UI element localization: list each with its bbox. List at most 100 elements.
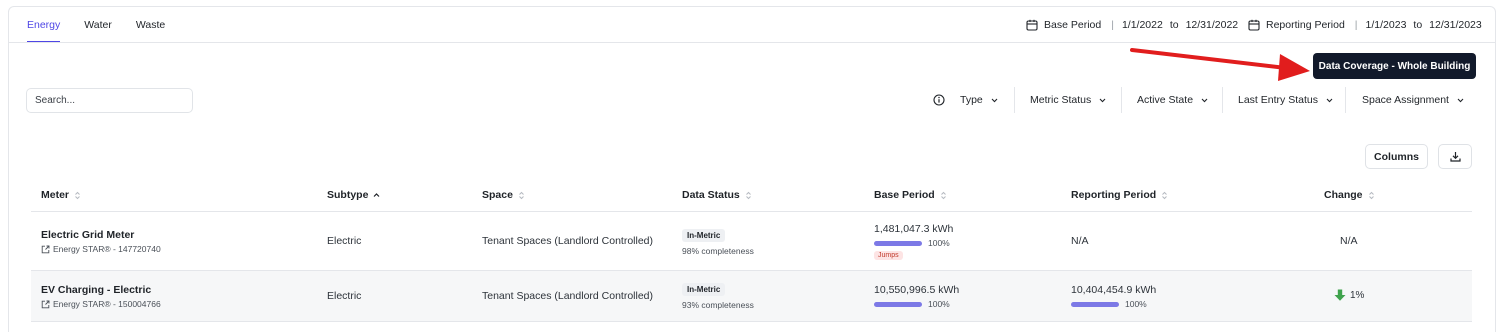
column-header-label: Data Status [682, 189, 740, 201]
external-link-icon [41, 300, 50, 308]
column-header-label: Change [1324, 189, 1363, 201]
separator: | [1111, 18, 1114, 31]
column-header-change[interactable]: Change [1324, 178, 1375, 212]
filter-divider [1014, 87, 1015, 113]
table-header: Meter Subtype Space Data Status Base Per… [31, 178, 1472, 212]
search-input[interactable] [26, 88, 193, 113]
external-link-icon [41, 245, 50, 253]
meter-cell: Electric Grid Meter Energy STAR® - 14772… [41, 229, 161, 254]
sort-ascending-icon [373, 192, 380, 197]
space-cell: Tenant Spaces (Landlord Controlled) [482, 235, 654, 247]
data-status-cell: In-Metric 98% completeness [682, 229, 754, 256]
change-cell: N/A [1340, 235, 1358, 247]
column-header-label: Reporting Period [1071, 189, 1157, 201]
reporting-period-start: 1/1/2023 [1365, 18, 1407, 31]
info-icon[interactable] [933, 94, 945, 106]
base-progress: 100% [874, 299, 959, 309]
status-badge: In-Metric [682, 283, 726, 296]
column-header-label: Subtype [327, 189, 369, 201]
meter-cell: EV Charging - Electric Energy STAR® - 15… [41, 284, 161, 309]
progress-bar [1071, 301, 1119, 307]
reporting-period-value: 10,404,454.9 kWh [1071, 284, 1157, 296]
filter-type-label: Type [960, 94, 983, 106]
reporting-period-end: 12/31/2023 [1429, 18, 1482, 31]
jumps-badge: Jumps [874, 251, 903, 260]
meter-name[interactable]: Electric Grid Meter [41, 229, 161, 241]
column-header-label: Meter [41, 189, 70, 201]
sort-icon [519, 191, 524, 199]
tab-water[interactable]: Water [84, 6, 112, 43]
data-coverage-button[interactable]: Data Coverage - Whole Building [1313, 53, 1476, 79]
filter-space-assignment[interactable]: Space Assignment [1362, 87, 1464, 113]
sort-icon [75, 191, 80, 199]
meter-source-link[interactable]: Energy STAR® - 150004766 [41, 299, 161, 309]
filter-last-entry-status-label: Last Entry Status [1238, 94, 1318, 106]
column-header-meter[interactable]: Meter [41, 178, 81, 212]
chevron-down-icon [1099, 98, 1106, 102]
table-row[interactable]: Electric Grid Meter Energy STAR® - 14772… [31, 212, 1472, 271]
progress-percent: 100% [928, 238, 950, 248]
calendar-icon [1248, 19, 1260, 31]
chevron-down-icon [1201, 98, 1208, 102]
columns-button[interactable]: Columns [1365, 144, 1428, 169]
reporting-period[interactable]: Reporting Period | 1/1/2023 to 12/31/202… [1248, 6, 1482, 43]
base-period-to: to [1169, 18, 1179, 31]
filter-metric-status[interactable]: Metric Status [1030, 87, 1106, 113]
reporting-period-label: Reporting Period [1266, 18, 1345, 31]
column-header-subtype[interactable]: Subtype [327, 178, 380, 212]
completeness-text: 98% completeness [682, 246, 754, 256]
base-period[interactable]: Base Period | 1/1/2022 to 12/31/2022 [1026, 6, 1238, 43]
annotation-arrow-icon [1130, 48, 1310, 81]
progress-bar [874, 301, 922, 307]
separator: | [1354, 18, 1358, 31]
filter-space-assignment-label: Space Assignment [1362, 94, 1449, 106]
base-period-cell: 10,550,996.5 kWh 100% [874, 284, 959, 309]
filter-active-state-label: Active State [1137, 94, 1194, 106]
base-period-start: 1/1/2022 [1121, 18, 1163, 31]
filter-type[interactable]: Type [960, 87, 998, 113]
meter-source: Energy STAR® - 147720740 [53, 244, 161, 254]
meters-table: Meter Subtype Space Data Status Base Per… [31, 178, 1472, 322]
meter-source: Energy STAR® - 150004766 [53, 299, 161, 309]
filter-divider [1121, 87, 1122, 113]
meter-source-link[interactable]: Energy STAR® - 147720740 [41, 244, 161, 254]
filter-metric-status-label: Metric Status [1030, 94, 1092, 106]
chevron-down-icon [1457, 98, 1464, 102]
meter-name[interactable]: EV Charging - Electric [41, 284, 161, 296]
column-header-label: Space [482, 189, 513, 201]
reporting-period-cell: 10,404,454.9 kWh 100% [1071, 284, 1156, 309]
table-row[interactable]: EV Charging - Electric Energy STAR® - 15… [31, 271, 1472, 322]
sort-icon [1368, 191, 1374, 199]
column-header-space[interactable]: Space [482, 178, 525, 212]
sort-icon [1162, 191, 1168, 199]
base-period-end: 12/31/2022 [1185, 18, 1239, 31]
column-header-reporting-period[interactable]: Reporting Period [1071, 178, 1168, 212]
column-header-base-period[interactable]: Base Period [874, 178, 947, 212]
subtype-cell: Electric [327, 290, 362, 302]
progress-percent: 100% [1125, 299, 1147, 309]
sort-icon [745, 191, 751, 199]
base-period-label: Base Period [1044, 18, 1102, 31]
filter-active-state[interactable]: Active State [1137, 87, 1208, 113]
reporting-period-cell: N/A [1071, 235, 1089, 247]
download-icon [1449, 152, 1461, 162]
reporting-progress: 100% [1071, 299, 1156, 309]
tab-waste[interactable]: Waste [136, 6, 165, 43]
completeness-text: 93% completeness [682, 300, 754, 310]
data-status-cell: In-Metric 93% completeness [682, 283, 754, 310]
progress-bar [874, 240, 922, 246]
filter-last-entry-status[interactable]: Last Entry Status [1238, 87, 1333, 113]
filter-divider [1222, 87, 1223, 113]
change-cell: 1% [1334, 289, 1364, 301]
base-period-value: 10,550,996.5 kWh [874, 284, 960, 296]
subtype-cell: Electric [327, 235, 362, 247]
download-button[interactable] [1438, 144, 1472, 169]
base-period-cell: 1,481,047.3 kWh 100% Jumps [874, 223, 953, 260]
column-header-label: Base Period [874, 189, 935, 201]
column-header-data-status[interactable]: Data Status [682, 178, 752, 212]
base-period-value: 1,481,047.3 kWh [874, 223, 954, 235]
calendar-icon [1026, 19, 1038, 31]
arrow-down-icon [1334, 289, 1346, 301]
reporting-period-to: to [1413, 18, 1423, 31]
tab-energy[interactable]: Energy [27, 6, 61, 43]
